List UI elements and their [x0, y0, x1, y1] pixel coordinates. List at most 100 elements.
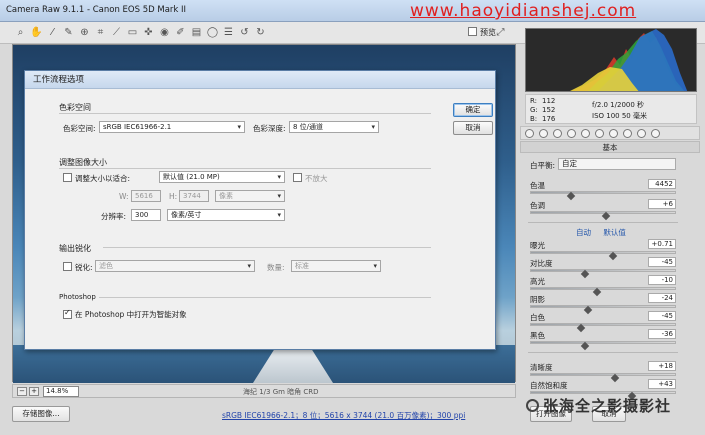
straighten-tool-icon[interactable]: ⟋: [110, 26, 123, 39]
brush-tool-icon[interactable]: ✐: [174, 26, 187, 39]
slider-label: 白色: [530, 313, 545, 322]
b-label: B:: [530, 115, 538, 123]
fullscreen-icon[interactable]: ⤢: [494, 26, 507, 39]
slider-value-input[interactable]: -24: [648, 293, 676, 303]
resolution-unit-select[interactable]: 像素/英寸: [167, 209, 285, 221]
preview-checkbox-box[interactable]: [468, 27, 477, 36]
preferences-icon[interactable]: ☰: [222, 26, 235, 39]
workflow-options-dialog: 工作流程选项 确定 取消 色彩空间 色彩空间: sRGB IEC61966-2.…: [24, 70, 496, 350]
tab-presets-icon[interactable]: [637, 129, 646, 138]
amount-label: 数量:: [267, 263, 285, 272]
resolution-input[interactable]: 300: [131, 209, 161, 221]
slider-track[interactable]: [530, 191, 676, 194]
ok-button[interactable]: 确定: [453, 103, 493, 117]
width-label: W:: [119, 192, 129, 201]
panel-tabs: [520, 126, 700, 140]
sharpen-for-select[interactable]: 滤色: [95, 260, 255, 272]
cancel-button[interactable]: 取消: [453, 121, 493, 135]
slider-label: 高光: [530, 277, 545, 286]
hand-tool-icon[interactable]: ✋: [30, 26, 43, 39]
smart-object-label: 在 Photoshop 中打开为智能对象: [75, 310, 187, 319]
tab-basic-icon[interactable]: [525, 129, 534, 138]
slider-value-input[interactable]: 4452: [648, 179, 676, 189]
slider-track[interactable]: [530, 305, 676, 308]
sharpen-label: 锐化:: [75, 263, 93, 272]
slider-track[interactable]: [530, 323, 676, 326]
zoom-level-select[interactable]: 14.8%: [43, 386, 79, 397]
target-adjust-tool-icon[interactable]: ⊕: [78, 26, 91, 39]
tab-snapshots-icon[interactable]: [651, 129, 660, 138]
tab-camera-calibration-icon[interactable]: [623, 129, 632, 138]
graduated-filter-icon[interactable]: ▤: [190, 26, 203, 39]
preview-checkbox[interactable]: 预览: [468, 27, 496, 38]
workflow-options-link[interactable]: sRGB IEC61966-2.1；8 位；5616 x 3744 (21.0 …: [222, 410, 465, 421]
white-balance-select[interactable]: 自定: [558, 158, 676, 170]
slider-label: 色温: [530, 181, 545, 190]
auto-link[interactable]: 自动: [576, 228, 591, 237]
tab-effects-icon[interactable]: [609, 129, 618, 138]
smart-object-checkbox[interactable]: 在 Photoshop 中打开为智能对象: [63, 309, 187, 320]
rotate-ccw-icon[interactable]: ↺: [238, 26, 251, 39]
resize-to-fit-box[interactable]: [63, 173, 72, 182]
height-input[interactable]: 3744: [179, 190, 209, 202]
dont-enlarge-checkbox[interactable]: 不放大: [293, 173, 328, 184]
spot-removal-tool-icon[interactable]: ✜: [142, 26, 155, 39]
slider-track[interactable]: [530, 373, 676, 376]
sharpen-checkbox[interactable]: 锐化:: [63, 262, 93, 273]
resize-group-label: 调整图像大小: [59, 158, 107, 167]
red-eye-tool-icon[interactable]: ◉: [158, 26, 171, 39]
slider-value-input[interactable]: -45: [648, 311, 676, 321]
tab-split-toning-icon[interactable]: [581, 129, 590, 138]
radial-filter-icon[interactable]: ◯: [206, 26, 219, 39]
slider-label: 黑色: [530, 331, 545, 340]
zoom-out-button[interactable]: −: [17, 387, 27, 396]
slider-track[interactable]: [530, 269, 676, 272]
sharpen-checkbox-box[interactable]: [63, 262, 72, 271]
slider-value-input[interactable]: +6: [648, 199, 676, 209]
tab-hsl-icon[interactable]: [567, 129, 576, 138]
slider-track[interactable]: [530, 341, 676, 344]
panel-divider: [528, 222, 678, 223]
size-unit-select[interactable]: 像素: [215, 190, 285, 202]
amount-select[interactable]: 标准: [291, 260, 381, 272]
height-label: H:: [169, 192, 178, 201]
tab-tone-curve-icon[interactable]: [539, 129, 548, 138]
smart-object-checkbox-box[interactable]: [63, 310, 72, 319]
default-link[interactable]: 默认值: [603, 228, 626, 237]
crop-tool-icon[interactable]: ⌗: [94, 26, 107, 39]
slider-track[interactable]: [530, 391, 676, 394]
white-balance-tool-icon[interactable]: ⁄: [46, 26, 59, 39]
slider-value-input[interactable]: +0.71: [648, 239, 676, 249]
dont-enlarge-box[interactable]: [293, 173, 302, 182]
tab-lens-icon[interactable]: [595, 129, 604, 138]
color-space-label: 色彩空间:: [63, 124, 96, 133]
transform-tool-icon[interactable]: ▭: [126, 26, 139, 39]
tab-detail-icon[interactable]: [553, 129, 562, 138]
color-depth-select[interactable]: 8 位/通道: [289, 121, 379, 133]
zoom-in-button[interactable]: +: [29, 387, 39, 396]
resolution-label: 分辨率:: [101, 212, 127, 221]
color-sampler-tool-icon[interactable]: ✎: [62, 26, 75, 39]
exposure-readout: f/2.0 1/2000 秒: [592, 101, 645, 109]
wechat-icon: [526, 399, 539, 412]
slider-value-input[interactable]: -36: [648, 329, 676, 339]
g-label: G:: [530, 106, 538, 114]
width-input[interactable]: 5616: [131, 190, 161, 202]
slider-track[interactable]: [530, 287, 676, 290]
slider-value-input[interactable]: -45: [648, 257, 676, 267]
slider-value-input[interactable]: -10: [648, 275, 676, 285]
slider-value-input[interactable]: +43: [648, 379, 676, 389]
watermark-url: www.haoyidianshej.com: [410, 1, 637, 21]
slider-value-input[interactable]: +18: [648, 361, 676, 371]
dont-enlarge-label: 不放大: [305, 174, 328, 183]
rotate-cw-icon[interactable]: ↻: [254, 26, 267, 39]
color-space-group-label: 色彩空间: [59, 103, 91, 112]
color-space-select[interactable]: sRGB IEC61966-2.1: [99, 121, 245, 133]
slider-track[interactable]: [530, 251, 676, 254]
resize-preset-select[interactable]: 默认值 (21.0 MP): [159, 171, 285, 183]
zoom-tool-icon[interactable]: ⌕: [14, 26, 27, 39]
resize-to-fit-checkbox[interactable]: 调整大小以适合:: [63, 173, 130, 184]
panel-header: 基本: [520, 141, 700, 153]
b-value: 176: [542, 115, 556, 123]
save-image-button[interactable]: 存储图像...: [12, 406, 70, 422]
